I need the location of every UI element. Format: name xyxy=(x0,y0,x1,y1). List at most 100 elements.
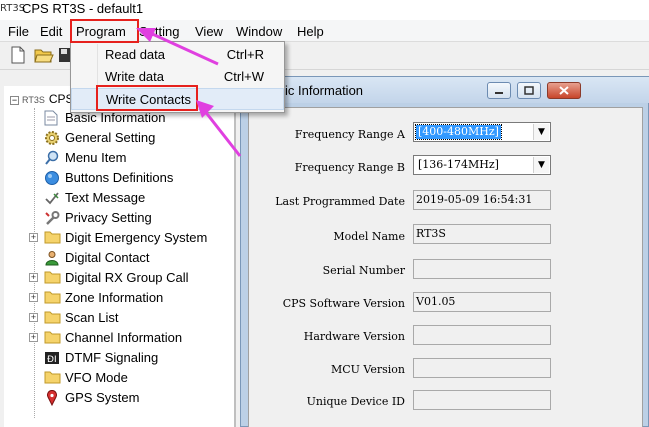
child-window-caption[interactable]: ic Information xyxy=(241,77,649,103)
unique-device-id-label: Unique Device ID xyxy=(306,395,405,408)
collapse-icon[interactable]: − xyxy=(10,96,19,105)
maximize-button[interactable] xyxy=(517,82,541,99)
hardware-version-label: Hardware Version xyxy=(303,330,405,343)
close-icon xyxy=(559,86,569,95)
navigation-tree: − RT3S CPS Basic Information General Setti… xyxy=(4,86,236,427)
tree-item-label: Menu Item xyxy=(65,150,127,165)
expand-icon[interactable]: + xyxy=(29,273,38,282)
gps-pin-icon xyxy=(44,390,61,407)
basic-information-form: Frequency Range A [400-480MHz] ▼ Frequen… xyxy=(248,107,643,427)
minimize-button[interactable] xyxy=(487,82,511,99)
open-folder-icon[interactable] xyxy=(34,46,54,66)
tree-item-gps-system[interactable]: GPS System xyxy=(4,388,236,408)
tree-item-label: Channel Information xyxy=(65,330,183,345)
root-device-icon: RT3S xyxy=(22,95,45,105)
expand-icon[interactable]: + xyxy=(29,313,38,322)
folder-icon xyxy=(44,310,61,326)
tree-item-zone-information[interactable]: + Zone Information xyxy=(4,288,236,308)
tree-item-channel-information[interactable]: + Channel Information xyxy=(4,328,236,348)
expand-icon[interactable]: + xyxy=(29,333,38,342)
menu-item-shortcut: Ctrl+R xyxy=(226,47,264,62)
tree-item-label: General Setting xyxy=(65,130,156,145)
blue-circle-icon xyxy=(44,170,61,186)
cps-version-label: CPS Software Version xyxy=(282,297,405,310)
svg-text:ĐI: ĐI xyxy=(47,355,57,365)
basic-information-window: ic Information Frequency Range A [400-48… xyxy=(240,76,649,427)
tree-root[interactable]: − RT3S CPS xyxy=(10,92,74,106)
serial-number-field xyxy=(413,259,551,279)
page-icon xyxy=(44,110,61,126)
cps-version-field: V01.05 xyxy=(413,292,551,312)
freq-range-a-label: Frequency Range A xyxy=(294,128,405,141)
tree-item-digit-emergency-system[interactable]: + Digit Emergency System xyxy=(4,228,236,248)
tree-item-digital-rx-group-call[interactable]: + Digital RX Group Call xyxy=(4,268,236,288)
tree-item-label: Digit Emergency System xyxy=(65,230,208,245)
model-name-label: Model Name xyxy=(333,230,405,243)
last-programmed-field: 2019-05-09 16:54:31 xyxy=(413,190,551,210)
dtmf-icon: ĐI xyxy=(44,350,61,366)
gear-icon xyxy=(44,130,61,146)
menu-item-read-data[interactable]: Read data Ctrl+R xyxy=(71,44,284,66)
tree-item-label: Scan List xyxy=(65,310,119,325)
model-name-field: RT3S xyxy=(413,224,551,244)
tree-item-label: Text Message xyxy=(65,190,146,205)
last-programmed-label: Last Programmed Date xyxy=(275,195,405,208)
highlight-write-contacts xyxy=(96,85,198,111)
close-button[interactable] xyxy=(547,82,581,99)
menu-file[interactable]: File xyxy=(8,24,29,39)
menu-edit[interactable]: Edit xyxy=(40,24,62,39)
tree-item-label: Buttons Definitions xyxy=(65,170,174,185)
menu-setting[interactable]: Setting xyxy=(139,24,179,39)
highlight-program-menu xyxy=(70,19,139,43)
tree-item-digital-contact[interactable]: Digital Contact xyxy=(4,248,236,268)
tree-item-scan-list[interactable]: + Scan List xyxy=(4,308,236,328)
expand-icon[interactable]: + xyxy=(29,233,38,242)
freq-range-b-value: [136-174MHz] xyxy=(418,158,499,171)
menu-item-shortcut: Ctrl+W xyxy=(223,69,264,84)
chevron-down-icon[interactable]: ▼ xyxy=(533,124,549,140)
menu-window[interactable]: Window xyxy=(236,24,282,39)
check-pen-icon xyxy=(44,190,61,206)
title-bar: RT3S CPS RT3S - default1 xyxy=(0,0,649,20)
freq-range-a-select[interactable]: [400-480MHz] ▼ xyxy=(413,122,551,142)
folder-icon xyxy=(44,370,61,386)
tree-item-menu-item[interactable]: Menu Item xyxy=(4,148,236,168)
folder-icon xyxy=(44,230,61,246)
tree-item-label: Zone Information xyxy=(65,290,164,305)
menu-item-label: Read data xyxy=(105,47,165,62)
folder-icon xyxy=(44,330,61,346)
child-window-title: ic Information xyxy=(285,83,364,98)
tree-item-label: Digital RX Group Call xyxy=(65,270,189,285)
serial-number-label: Serial Number xyxy=(322,264,405,277)
menu-item-label: Write data xyxy=(105,69,165,84)
person-icon xyxy=(44,250,61,266)
mcu-version-field xyxy=(413,358,551,378)
chevron-down-icon[interactable]: ▼ xyxy=(533,157,549,173)
expand-icon[interactable]: + xyxy=(29,293,38,302)
tree-item-label: GPS System xyxy=(65,390,140,405)
menu-help[interactable]: Help xyxy=(297,24,324,39)
hardware-version-field xyxy=(413,325,551,345)
folder-icon xyxy=(44,270,61,286)
window-title: CPS RT3S - default1 xyxy=(22,1,144,16)
tree-item-general-setting[interactable]: General Setting xyxy=(4,128,236,148)
mcu-version-label: MCU Version xyxy=(330,363,405,376)
menu-view[interactable]: View xyxy=(195,24,223,39)
tree-item-privacy-setting[interactable]: Privacy Setting xyxy=(4,208,236,228)
tree-item-vfo-mode[interactable]: VFO Mode xyxy=(4,368,236,388)
freq-range-b-label: Frequency Range B xyxy=(294,161,405,174)
magnifier-icon xyxy=(44,150,61,166)
freq-range-a-value: [400-480MHz] xyxy=(415,124,502,140)
folder-icon xyxy=(44,290,61,306)
unique-device-id-field xyxy=(413,390,551,410)
wrench-icon xyxy=(44,210,61,226)
tree-item-label: Privacy Setting xyxy=(65,210,152,225)
tree-item-dtmf-signaling[interactable]: ĐI DTMF Signaling xyxy=(4,348,236,368)
new-file-icon[interactable] xyxy=(10,46,30,66)
tree-item-label: Digital Contact xyxy=(65,250,150,265)
tree-item-buttons-definitions[interactable]: Buttons Definitions xyxy=(4,168,236,188)
tree-item-label: VFO Mode xyxy=(65,370,128,385)
tree-item-label: DTMF Signaling xyxy=(65,350,159,365)
tree-item-text-message[interactable]: Text Message xyxy=(4,188,236,208)
freq-range-b-select[interactable]: [136-174MHz] ▼ xyxy=(413,155,551,175)
